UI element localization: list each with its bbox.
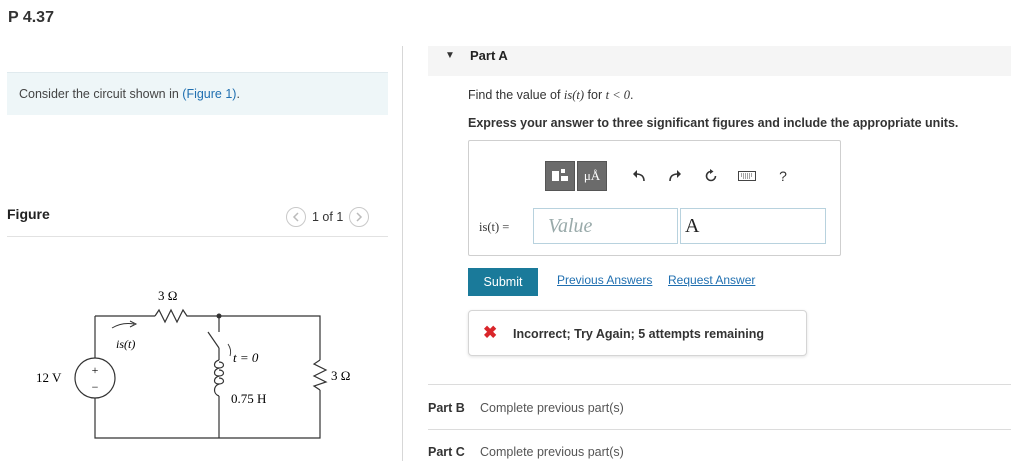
context-box: Consider the circuit shown in (Figure 1)… [7,72,388,115]
incorrect-icon: ✖ [483,323,498,342]
undo-icon [633,170,645,182]
source-minus: − [92,380,99,394]
r1-label: 3 Ω [158,288,177,303]
redo-button[interactable] [665,166,685,186]
switch-blade [207,331,220,349]
previous-answers-link[interactable]: Previous Answers [557,273,652,287]
inductor [213,359,225,397]
part-divider [428,429,1011,430]
question-variable: is(t) [563,88,585,102]
circuit-wires [94,315,321,439]
current-label: is(t) [116,337,135,351]
reset-icon [705,169,717,182]
keyboard-button[interactable] [737,166,757,186]
part-a-title: Part A [470,48,508,63]
context-prefix: Consider the circuit shown in [19,87,183,101]
request-answer-link[interactable]: Request Answer [668,273,755,287]
value-input[interactable]: Value [533,208,678,244]
chevron-right-icon [356,212,363,222]
switch-arrow [227,343,232,357]
instruction-text: Express your answer to three significant… [468,116,959,130]
part-divider [428,384,1011,385]
question-prefix: Find the value of [468,88,564,102]
redo-icon [669,170,681,182]
units-button[interactable]: μÅ [577,161,607,191]
part-b-label[interactable]: Part B [428,401,465,415]
switch-node [216,313,222,319]
feedback-text: Incorrect; Try Again; 5 attempts remaini… [513,327,764,341]
source-label: 12 V [36,370,62,385]
keyboard-icon [738,171,756,181]
part-a-header[interactable]: ▼ Part A [428,46,1011,76]
submit-button[interactable]: Submit [468,268,538,296]
help-label: ? [779,168,787,184]
resistor-r1 [154,308,190,324]
math-toolbar: μÅ ? [545,161,793,191]
circuit-diagram: + − 3 Ω is(t) t = 0 12 V 0.75 H 3 Ω [36,288,350,439]
chevron-left-icon [292,212,299,222]
part-b-status: Complete previous part(s) [480,401,624,415]
context-text: Consider the circuit shown in (Figure 1)… [19,87,240,101]
figure-link[interactable]: (Figure 1) [182,87,236,101]
pager-text: 1 of 1 [312,210,344,224]
feedback-box: ✖ Incorrect; Try Again; 5 attempts remai… [468,310,807,356]
switch-label: t = 0 [233,350,259,365]
source-plus: + [92,363,99,377]
next-figure-button[interactable] [349,207,370,227]
question-mid: for [584,88,606,102]
part-c-label[interactable]: Part C [428,445,465,459]
context-suffix: . [236,87,240,101]
figure-divider [7,236,388,237]
answer-box: μÅ ? is(t) = Value A [468,140,841,256]
current-arrow [111,323,135,329]
question-suffix: . [630,88,634,102]
undo-button[interactable] [629,166,649,186]
collapse-caret-icon: ▼ [445,50,455,61]
units-label: μÅ [583,168,601,183]
equation-label: is(t) = [479,220,510,234]
problem-title: P 4.37 [8,9,54,26]
prev-figure-button[interactable] [286,207,306,227]
reset-button[interactable] [701,166,721,186]
part-c-status: Complete previous part(s) [480,445,624,459]
templates-button[interactable] [545,161,575,191]
figure-label: Figure [7,206,50,222]
templates-icon [552,169,568,181]
panel-divider [402,46,403,461]
help-button[interactable]: ? [773,166,793,186]
inductor-label: 0.75 H [231,391,266,406]
resistor-r2 [312,359,328,391]
question-text: Find the value of is(t) for t < 0. [468,88,634,103]
question-condition: t < 0 [605,88,631,102]
r2-label: 3 Ω [331,368,350,383]
figure-pager: 1 of 1 [286,206,370,228]
unit-input[interactable]: A [680,208,826,244]
